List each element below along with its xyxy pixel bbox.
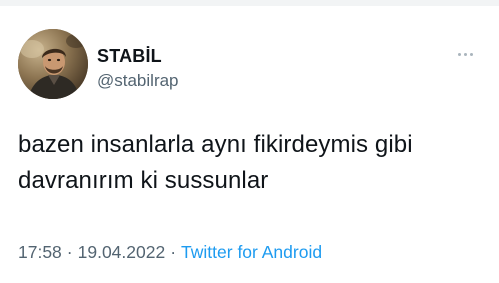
- more-dot: [457, 52, 461, 56]
- meta-separator: ·: [170, 242, 177, 262]
- more-horizontal-icon[interactable]: [450, 42, 480, 66]
- tweet-source-link[interactable]: Twitter for Android: [181, 242, 322, 262]
- avatar-image: [18, 29, 88, 99]
- author-display-name[interactable]: STABİL: [97, 45, 162, 67]
- more-dot: [469, 52, 473, 56]
- tweet-meta: 17:58 · 19.04.2022 · Twitter for Android: [18, 240, 322, 264]
- tweet-text: bazen insanlarla aynı fikirdeymis gibi d…: [18, 131, 413, 194]
- meta-separator: ·: [66, 242, 73, 262]
- avatar[interactable]: [18, 29, 88, 99]
- tweet-card: STABİL @stabilrap bazen insanlarla aynı …: [0, 0, 499, 283]
- top-divider: [0, 0, 499, 6]
- more-dot: [463, 52, 467, 56]
- author-handle[interactable]: @stabilrap: [97, 70, 179, 92]
- tweet-date[interactable]: 19.04.2022: [78, 242, 166, 262]
- tweet-time[interactable]: 17:58: [18, 242, 62, 262]
